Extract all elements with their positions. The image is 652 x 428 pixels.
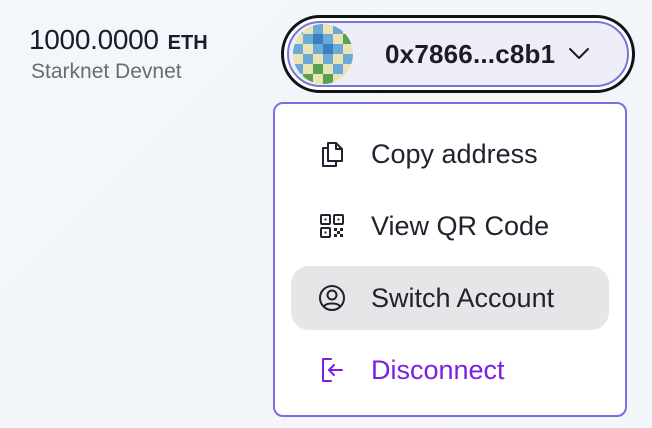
logout-icon bbox=[317, 355, 347, 385]
menu-item-switch-account[interactable]: Switch Account bbox=[291, 266, 609, 330]
menu-item-label: Copy address bbox=[371, 138, 538, 169]
user-circle-icon bbox=[317, 283, 347, 313]
menu-item-disconnect[interactable]: Disconnect bbox=[291, 338, 609, 402]
account-button[interactable]: 0x7866...c8b1 bbox=[281, 15, 635, 93]
account-dropdown-menu: Copy address View QR Code Switch Account… bbox=[273, 102, 627, 417]
network-name: Starknet Devnet bbox=[31, 60, 182, 83]
balance-row: 1000.0000 ETH bbox=[29, 24, 208, 56]
balance-amount: 1000.0000 bbox=[29, 24, 159, 55]
menu-item-label: Switch Account bbox=[371, 282, 555, 313]
menu-item-label: View QR Code bbox=[371, 210, 550, 241]
menu-item-copy-address[interactable]: Copy address bbox=[291, 122, 609, 186]
identicon-graphic bbox=[293, 24, 353, 84]
balance-unit: ETH bbox=[167, 32, 208, 54]
account-button-inner[interactable]: 0x7866...c8b1 bbox=[287, 21, 629, 87]
chevron-down-icon bbox=[568, 47, 590, 61]
copy-icon bbox=[317, 139, 347, 169]
wallet-balance: 1000.0000 ETH Starknet Devnet bbox=[29, 24, 208, 84]
qr-code-icon bbox=[317, 211, 347, 241]
account-address: 0x7866...c8b1 bbox=[385, 38, 556, 69]
identicon-avatar bbox=[293, 24, 353, 84]
menu-item-view-qr-code[interactable]: View QR Code bbox=[291, 194, 609, 258]
menu-item-label: Disconnect bbox=[371, 354, 505, 385]
